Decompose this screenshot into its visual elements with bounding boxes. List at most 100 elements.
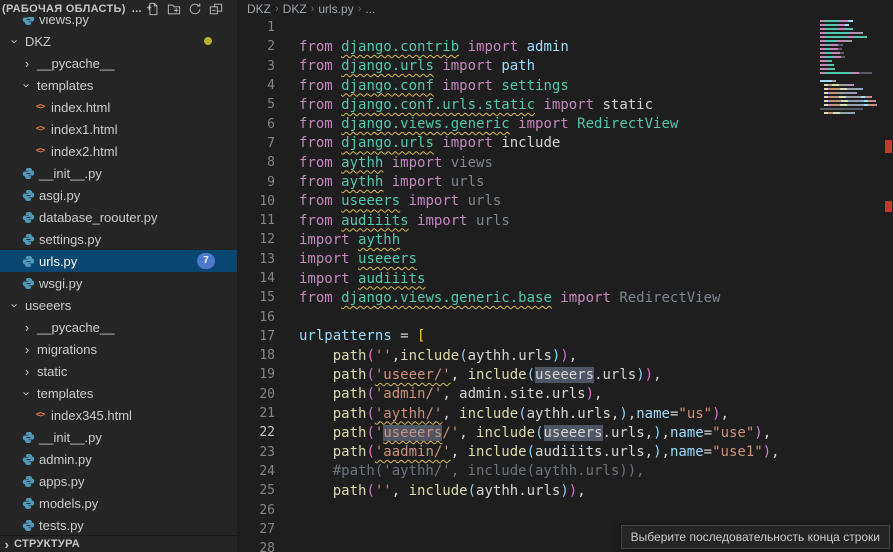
- tree-file-index2.html[interactable]: <>index2.html: [0, 140, 237, 162]
- code-line-1[interactable]: 1: [237, 18, 893, 37]
- tree-file-views.py[interactable]: views.py: [0, 16, 237, 30]
- code-line-22[interactable]: 22 path('useeers/', include(useeers.urls…: [237, 423, 893, 442]
- code-line-2[interactable]: 2from django.contrib import admin: [237, 37, 893, 56]
- line-number[interactable]: 14: [237, 271, 275, 286]
- code-line-12[interactable]: 12import aythh: [237, 230, 893, 249]
- line-number[interactable]: 21: [237, 406, 275, 421]
- tree-file-__init__.py[interactable]: __init__.py: [0, 162, 237, 184]
- tree-file-settings.py[interactable]: settings.py: [0, 228, 237, 250]
- tree-folder-migrations[interactable]: ›migrations: [0, 338, 237, 360]
- tree-file-tests.py[interactable]: tests.py: [0, 514, 237, 536]
- line-number[interactable]: 20: [237, 387, 275, 402]
- new-file-icon[interactable]: [144, 1, 163, 17]
- chevron-collapsed-icon: ›: [0, 537, 14, 552]
- code-line-23[interactable]: 23 path('aadmin/', include(audiiits.urls…: [237, 443, 893, 462]
- line-number[interactable]: 1: [237, 20, 275, 35]
- code-line-20[interactable]: 20 path('admin/', admin.site.urls),: [237, 385, 893, 404]
- line-number[interactable]: 25: [237, 483, 275, 498]
- code-line-25[interactable]: 25 path('', include(aythh.urls)),: [237, 481, 893, 500]
- outline-section-header[interactable]: › СТРУКТУРА: [0, 535, 237, 552]
- code-line-24[interactable]: 24 #path('aythh/', include(aythh.urls)),: [237, 462, 893, 481]
- line-number[interactable]: 19: [237, 367, 275, 382]
- line-number[interactable]: 6: [237, 117, 275, 132]
- line-number[interactable]: 15: [237, 290, 275, 305]
- line-number[interactable]: 23: [237, 445, 275, 460]
- line-number[interactable]: 26: [237, 503, 275, 518]
- breadcrumb-item-DKZ[interactable]: DKZ: [247, 2, 271, 16]
- code-line-21[interactable]: 21 path('aythh/', include(aythh.urls,),n…: [237, 404, 893, 423]
- tree-file-wsgi.py[interactable]: wsgi.py: [0, 272, 237, 294]
- tree-file-urls.py[interactable]: urls.py7: [0, 250, 237, 272]
- tree-file-__init__.py[interactable]: __init__.py: [0, 426, 237, 448]
- tree-file-admin.py[interactable]: admin.py: [0, 448, 237, 470]
- line-number[interactable]: 18: [237, 348, 275, 363]
- line-number[interactable]: 24: [237, 464, 275, 479]
- tree-folder-templates[interactable]: ›templates: [0, 74, 237, 96]
- code-line-14[interactable]: 14import audiiits: [237, 269, 893, 288]
- line-number[interactable]: 3: [237, 59, 275, 74]
- code-line-8[interactable]: 8from aythh import views: [237, 153, 893, 172]
- code-line-5[interactable]: 5from django.conf.urls.static import sta…: [237, 95, 893, 114]
- line-number[interactable]: 10: [237, 194, 275, 209]
- line-number[interactable]: 9: [237, 175, 275, 190]
- line-number[interactable]: 12: [237, 232, 275, 247]
- line-number[interactable]: 16: [237, 310, 275, 325]
- chevron-collapsed-icon: ›: [20, 364, 34, 379]
- code-line-19[interactable]: 19 path('useeer/', include(useeers.urls)…: [237, 365, 893, 384]
- tree-item-label: templates: [37, 386, 93, 401]
- section-more-actions[interactable]: ...: [132, 3, 142, 15]
- minimap[interactable]: [820, 16, 884, 128]
- code-line-17[interactable]: 17urlpatterns = [: [237, 327, 893, 346]
- code-line-6[interactable]: 6from django.views.generic import Redire…: [237, 114, 893, 133]
- overview-ruler[interactable]: [884, 0, 893, 552]
- code-line-7[interactable]: 7from django.urls import include: [237, 134, 893, 153]
- code-line-26[interactable]: 26: [237, 500, 893, 519]
- tree-folder-__pycache__[interactable]: ›__pycache__: [0, 316, 237, 338]
- line-number[interactable]: 11: [237, 213, 275, 228]
- line-number[interactable]: 17: [237, 329, 275, 344]
- tree-file-apps.py[interactable]: apps.py: [0, 470, 237, 492]
- tree-file-asgi.py[interactable]: asgi.py: [0, 184, 237, 206]
- line-number[interactable]: 7: [237, 136, 275, 151]
- tree-folder-DKZ[interactable]: ›DKZ: [0, 30, 237, 52]
- line-number[interactable]: 13: [237, 252, 275, 267]
- tree-folder-__pycache__[interactable]: ›__pycache__: [0, 52, 237, 74]
- tree-file-models.py[interactable]: models.py: [0, 492, 237, 514]
- minimap-line: [820, 44, 884, 46]
- collapse-all-icon[interactable]: [207, 1, 226, 17]
- tree-file-database_roouter.py[interactable]: database_roouter.py: [0, 206, 237, 228]
- code-line-4[interactable]: 4from django.conf import settings: [237, 76, 893, 95]
- tree-file-index1.html[interactable]: <>index1.html: [0, 118, 237, 140]
- code-line-16[interactable]: 16: [237, 307, 893, 326]
- code-line-15[interactable]: 15from django.views.generic.base import …: [237, 288, 893, 307]
- tree-file-index345.html[interactable]: <>index345.html: [0, 404, 237, 426]
- line-number[interactable]: 8: [237, 155, 275, 170]
- line-number[interactable]: 4: [237, 78, 275, 93]
- python-file-icon: [20, 167, 36, 180]
- code-line-10[interactable]: 10from useeers import urls: [237, 192, 893, 211]
- tree-item-label: wsgi.py: [39, 276, 82, 291]
- line-number[interactable]: 5: [237, 97, 275, 112]
- code-line-11[interactable]: 11from audiiits import urls: [237, 211, 893, 230]
- line-number[interactable]: 27: [237, 522, 275, 537]
- line-number[interactable]: 22: [237, 425, 275, 440]
- line-number[interactable]: 2: [237, 39, 275, 54]
- line-number[interactable]: 28: [237, 541, 275, 552]
- tree-folder-static[interactable]: ›static: [0, 360, 237, 382]
- tree-folder-useeers[interactable]: ›useeers: [0, 294, 237, 316]
- tree-file-index.html[interactable]: <>index.html: [0, 96, 237, 118]
- new-folder-icon[interactable]: [165, 1, 184, 17]
- breadcrumb-item-urlspy[interactable]: urls.py: [318, 2, 353, 16]
- breadcrumb-item-more[interactable]: ...: [365, 2, 375, 16]
- minimap-line: [820, 112, 884, 114]
- breadcrumb-item-DKZ[interactable]: DKZ: [283, 2, 307, 16]
- code-line-9[interactable]: 9from aythh import urls: [237, 172, 893, 191]
- code-line-13[interactable]: 13import useeers: [237, 250, 893, 269]
- tree-folder-templates[interactable]: ›templates: [0, 382, 237, 404]
- tree-item-label: index345.html: [51, 408, 132, 423]
- code-line-3[interactable]: 3 from django.urls import path: [237, 57, 893, 76]
- code-line-18[interactable]: 18 path('',include(aythh.urls)),: [237, 346, 893, 365]
- refresh-icon[interactable]: [186, 1, 205, 17]
- code-text: from django.urls import path: [299, 58, 535, 74]
- code-area[interactable]: 1 2from django.contrib import admin 3 from …: [237, 18, 893, 552]
